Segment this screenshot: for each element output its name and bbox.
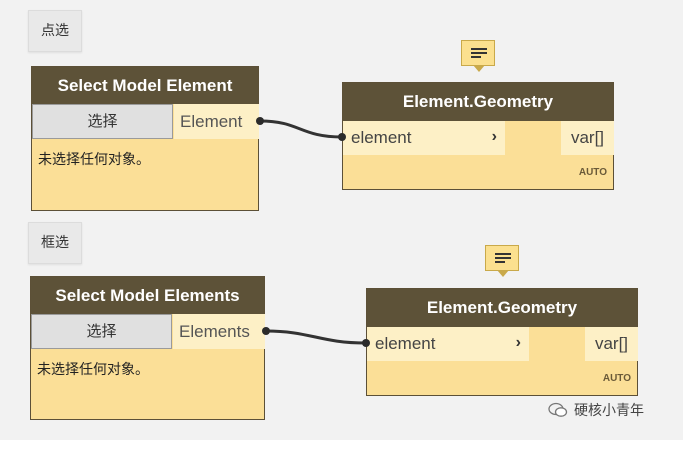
lacing-label[interactable]: AUTO (579, 167, 607, 178)
output-port-element[interactable]: Element (174, 104, 259, 139)
output-port-elements[interactable]: Elements (173, 314, 265, 349)
note-icon[interactable] (485, 245, 519, 277)
output-connector[interactable] (256, 117, 264, 125)
selection-status: 未选择任何对象。 (38, 152, 150, 168)
selection-status: 未选择任何对象。 (37, 362, 149, 378)
select-button[interactable]: 选择 (31, 314, 172, 349)
output-port-var[interactable]: var[] (561, 121, 614, 155)
chevron-right-icon: › (491, 128, 497, 145)
input-port-label: element (351, 128, 412, 147)
node-title: Select Model Element (32, 67, 258, 104)
node-title: Element.Geometry (367, 289, 637, 327)
element-geometry-node[interactable]: Element.Geometry element › var[] AUTO (366, 288, 638, 396)
wire-1 (259, 119, 343, 139)
input-port-label: element (375, 334, 436, 353)
input-port-element[interactable]: element › (367, 327, 529, 361)
lacing-label[interactable]: AUTO (603, 373, 631, 384)
input-connector[interactable] (362, 339, 370, 347)
select-model-elements-node[interactable]: Select Model Elements 选择 Elements 未选择任何对… (30, 276, 265, 420)
node-title: Select Model Elements (31, 277, 264, 314)
watermark: 硬核小青年 (548, 400, 644, 420)
note-icon[interactable] (461, 40, 495, 72)
watermark-text: 硬核小青年 (574, 403, 644, 419)
wechat-icon (548, 402, 568, 417)
node-title: Element.Geometry (343, 83, 613, 121)
input-port-element[interactable]: element › (343, 121, 505, 155)
output-port-var[interactable]: var[] (585, 327, 638, 361)
output-connector[interactable] (262, 327, 270, 335)
input-connector[interactable] (338, 133, 346, 141)
chevron-right-icon: › (515, 334, 521, 351)
wire-2 (265, 329, 367, 345)
element-geometry-node[interactable]: Element.Geometry element › var[] AUTO (342, 82, 614, 190)
select-button[interactable]: 选择 (32, 104, 173, 139)
select-model-element-node[interactable]: Select Model Element 选择 Element 未选择任何对象。 (31, 66, 259, 211)
